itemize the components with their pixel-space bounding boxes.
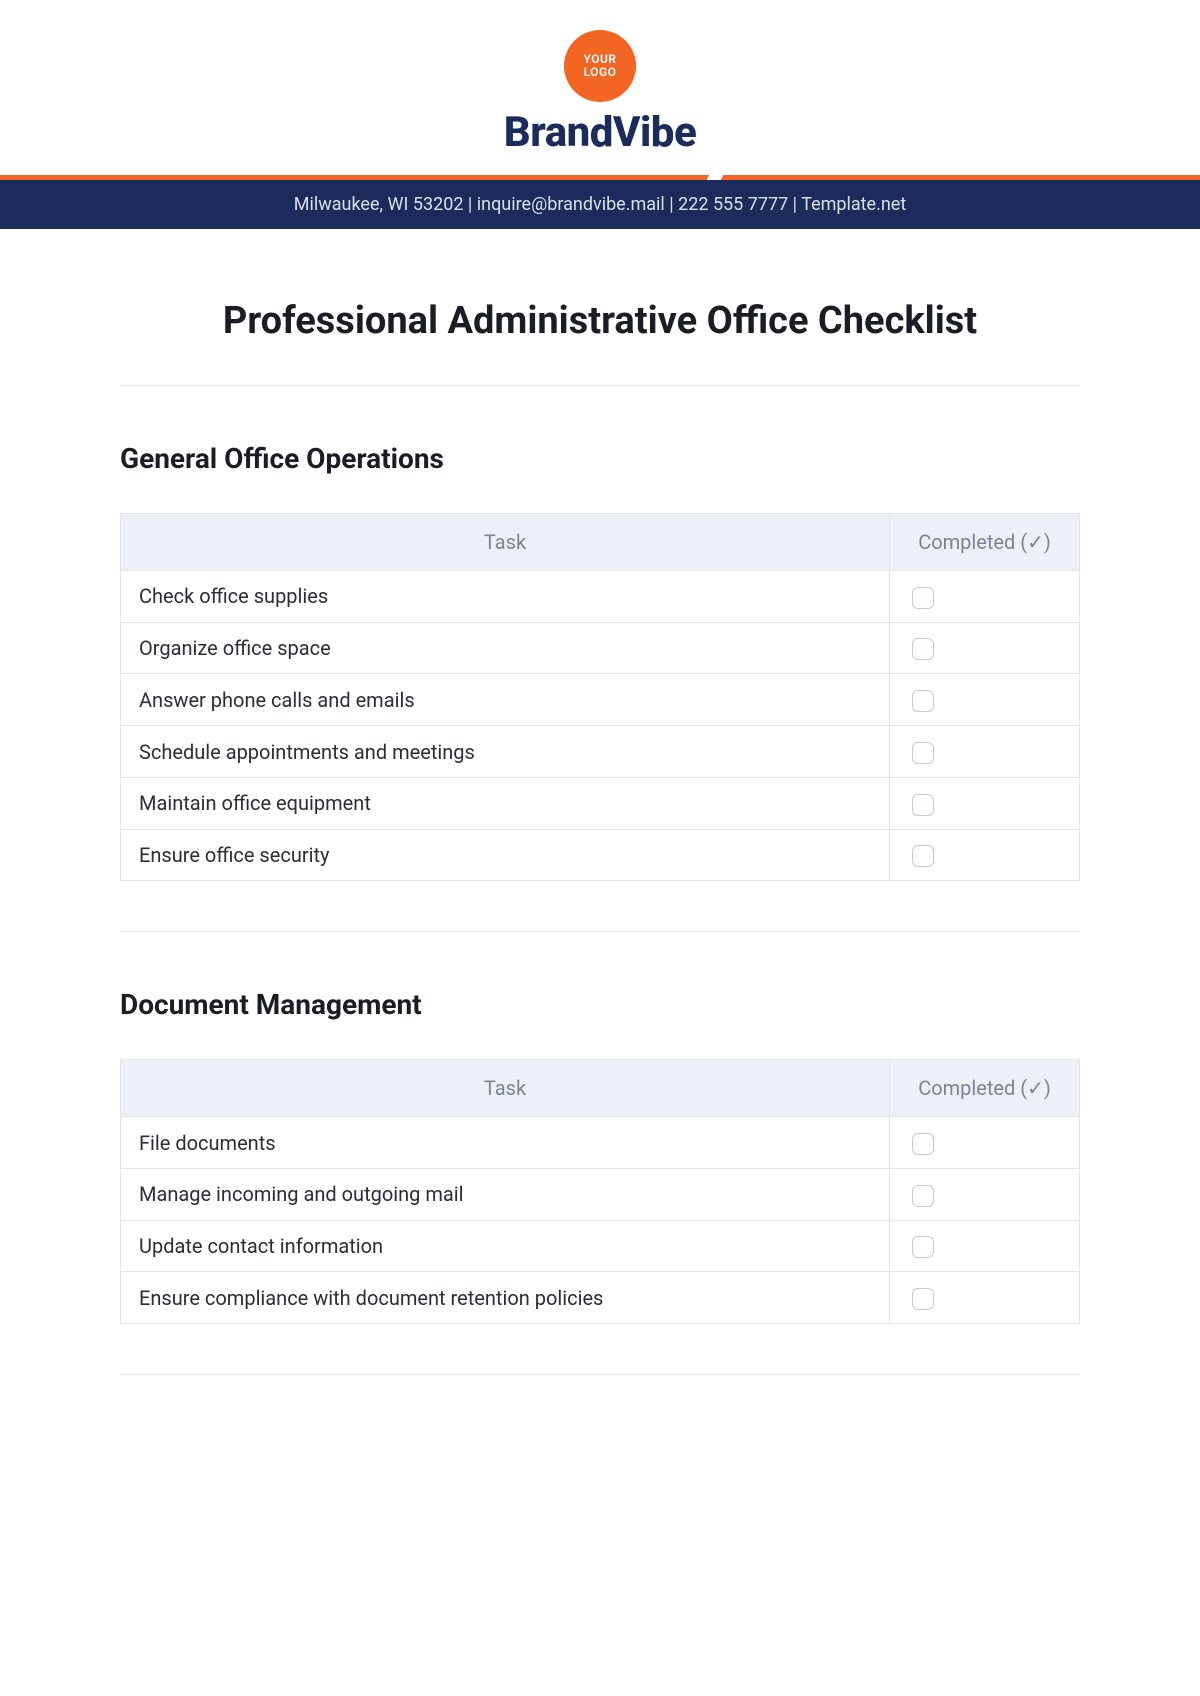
table-row: Answer phone calls and emails bbox=[121, 674, 1080, 726]
col-task: Task bbox=[121, 514, 890, 571]
task-cell: Update contact information bbox=[121, 1220, 890, 1272]
table-row: Update contact information bbox=[121, 1220, 1080, 1272]
checkbox[interactable] bbox=[912, 587, 934, 609]
section-heading: Document Management bbox=[120, 988, 1080, 1021]
task-cell: File documents bbox=[121, 1117, 890, 1169]
checkbox[interactable] bbox=[912, 690, 934, 712]
checkbox[interactable] bbox=[912, 1288, 934, 1310]
checkbox[interactable] bbox=[912, 1133, 934, 1155]
checkbox[interactable] bbox=[912, 1236, 934, 1258]
completed-cell bbox=[890, 1272, 1080, 1324]
table-row: Ensure compliance with document retentio… bbox=[121, 1272, 1080, 1324]
col-completed: Completed (✓) bbox=[890, 514, 1080, 571]
section-heading: General Office Operations bbox=[120, 442, 1080, 475]
task-cell: Schedule appointments and meetings bbox=[121, 726, 890, 778]
brand-name: BrandVibe bbox=[0, 108, 1200, 157]
task-cell: Check office supplies bbox=[121, 571, 890, 623]
checkbox[interactable] bbox=[912, 794, 934, 816]
checkbox[interactable] bbox=[912, 638, 934, 660]
table-row: Ensure office security bbox=[121, 829, 1080, 881]
task-cell: Answer phone calls and emails bbox=[121, 674, 890, 726]
task-cell: Organize office space bbox=[121, 622, 890, 674]
divider bbox=[120, 385, 1080, 386]
accent-bar bbox=[0, 175, 1200, 180]
table-row: Organize office space bbox=[121, 622, 1080, 674]
logo-icon: YOUR LOGO bbox=[564, 30, 636, 102]
col-completed: Completed (✓) bbox=[890, 1060, 1080, 1117]
completed-cell bbox=[890, 726, 1080, 778]
task-cell: Manage incoming and outgoing mail bbox=[121, 1169, 890, 1221]
completed-cell bbox=[890, 829, 1080, 881]
table-row: Schedule appointments and meetings bbox=[121, 726, 1080, 778]
completed-cell bbox=[890, 1220, 1080, 1272]
task-cell: Ensure compliance with document retentio… bbox=[121, 1272, 890, 1324]
completed-cell bbox=[890, 674, 1080, 726]
content: Professional Administrative Office Check… bbox=[0, 229, 1200, 1415]
checklist-table: Task Completed (✓) File documents Manage… bbox=[120, 1059, 1080, 1324]
col-task: Task bbox=[121, 1060, 890, 1117]
checklist-table: Task Completed (✓) Check office supplies… bbox=[120, 513, 1080, 881]
completed-cell bbox=[890, 622, 1080, 674]
completed-cell bbox=[890, 571, 1080, 623]
divider bbox=[120, 1374, 1080, 1375]
task-cell: Ensure office security bbox=[121, 829, 890, 881]
divider bbox=[120, 931, 1080, 932]
table-header-row: Task Completed (✓) bbox=[121, 1060, 1080, 1117]
contact-info-bar: Milwaukee, WI 53202 | inquire@brandvibe.… bbox=[0, 180, 1200, 229]
table-row: Check office supplies bbox=[121, 571, 1080, 623]
completed-cell bbox=[890, 1169, 1080, 1221]
logo-text-line2: LOGO bbox=[584, 66, 617, 79]
table-row: Manage incoming and outgoing mail bbox=[121, 1169, 1080, 1221]
header: YOUR LOGO BrandVibe bbox=[0, 0, 1200, 157]
checkbox[interactable] bbox=[912, 1185, 934, 1207]
table-header-row: Task Completed (✓) bbox=[121, 514, 1080, 571]
checkbox[interactable] bbox=[912, 845, 934, 867]
page-title: Professional Administrative Office Check… bbox=[120, 299, 1080, 343]
table-row: File documents bbox=[121, 1117, 1080, 1169]
completed-cell bbox=[890, 777, 1080, 829]
table-row: Maintain office equipment bbox=[121, 777, 1080, 829]
checkbox[interactable] bbox=[912, 742, 934, 764]
task-cell: Maintain office equipment bbox=[121, 777, 890, 829]
page: YOUR LOGO BrandVibe Milwaukee, WI 53202 … bbox=[0, 0, 1200, 1415]
completed-cell bbox=[890, 1117, 1080, 1169]
